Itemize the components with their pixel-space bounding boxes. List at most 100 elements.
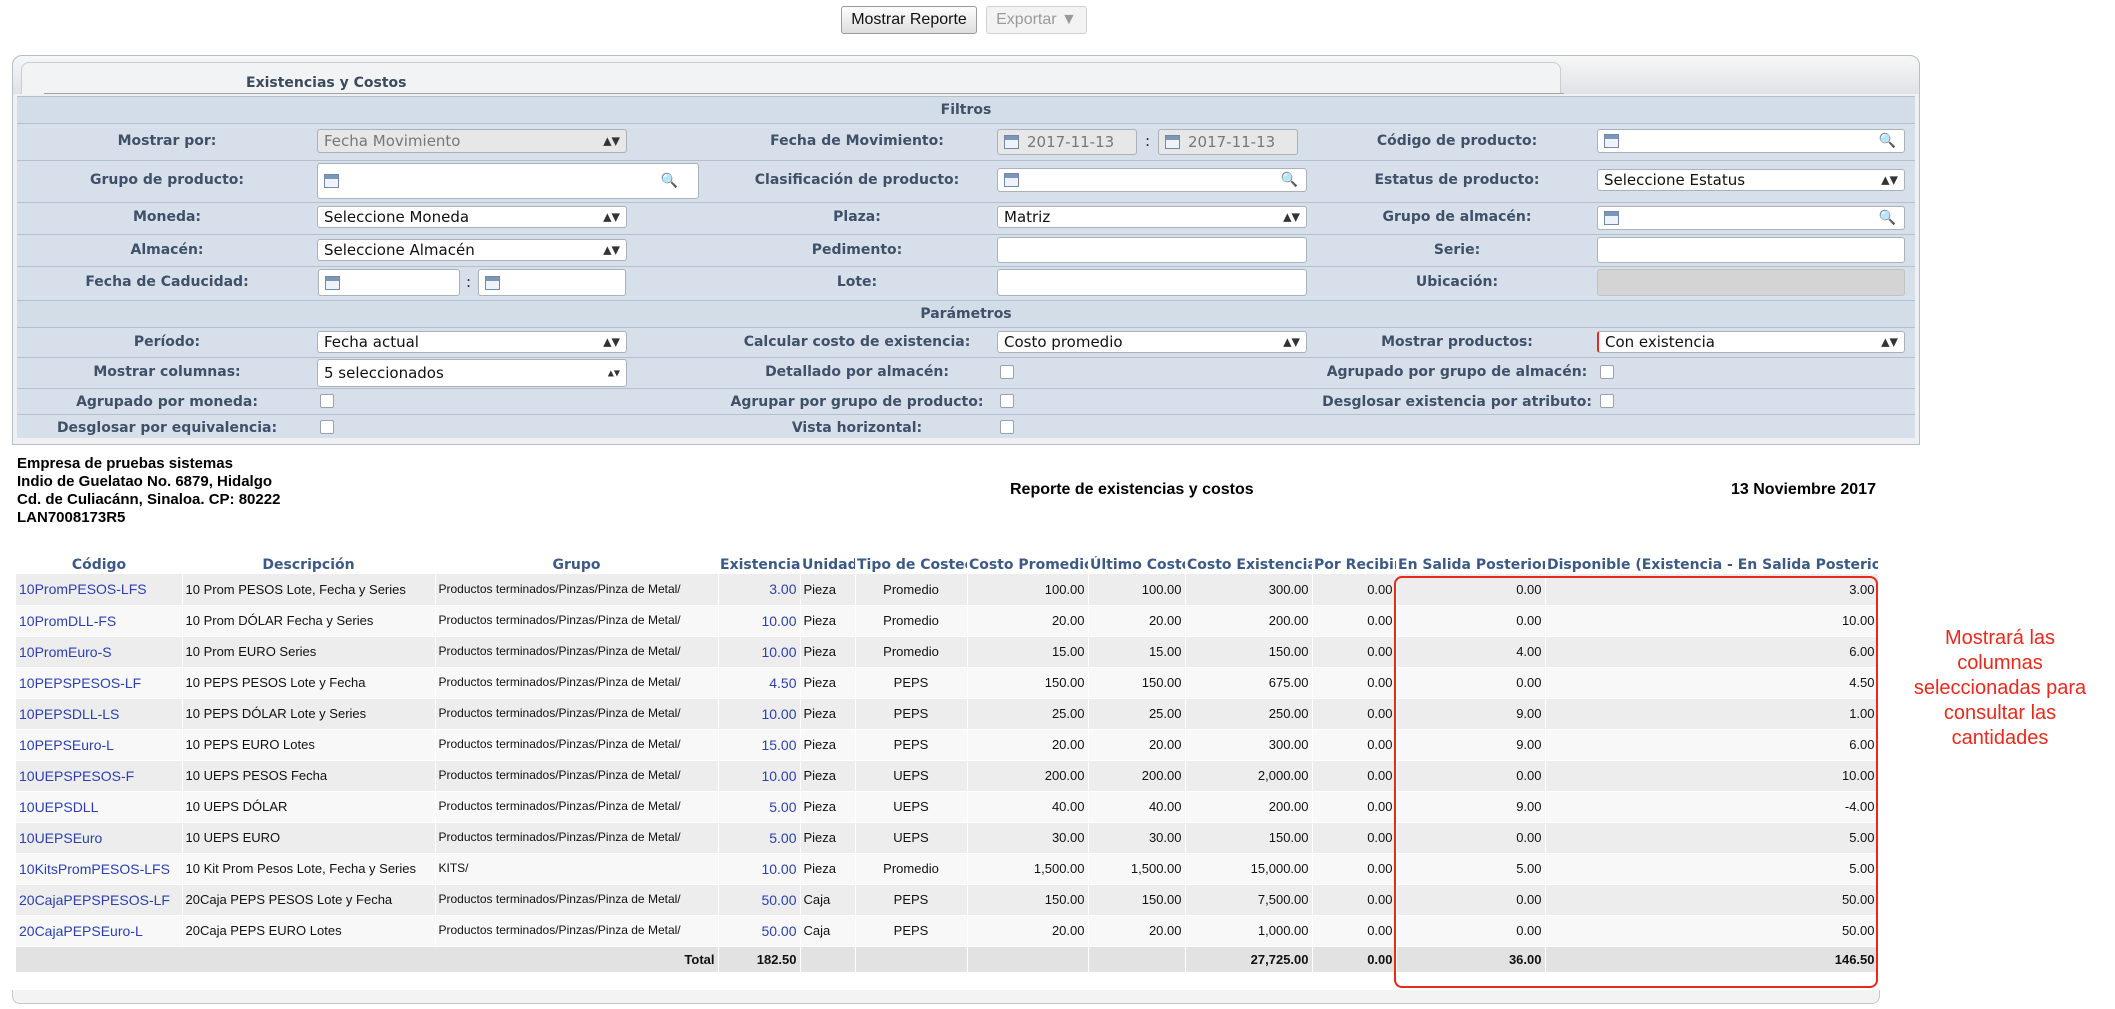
desglosar-atributo-checkbox[interactable] [1600, 394, 1614, 408]
cell-codigo[interactable]: 10PromPESOS-LFS [16, 574, 183, 606]
cell-ultimo-costo: 20.00 [1088, 605, 1186, 637]
cell-existencia[interactable]: 50.00 [718, 884, 801, 916]
cell-codigo[interactable]: 10UEPSDLL [16, 791, 183, 823]
list-icon[interactable] [324, 174, 339, 188]
table-row: 10PromDLL-FS 10 Prom DÓLAR Fecha y Series… [16, 605, 1879, 637]
serie-input[interactable] [1597, 237, 1905, 263]
list-icon[interactable] [1604, 134, 1619, 148]
plaza-select[interactable]: Matriz ▲▼ [997, 206, 1307, 228]
cell-grupo: Productos terminados/Pinzas/Pinza de Met… [435, 822, 719, 854]
col-costo-existencia[interactable]: Costo Existencia [1185, 556, 1312, 574]
cell-existencia[interactable]: 4.50 [718, 667, 801, 699]
moneda-select[interactable]: Seleccione Moneda ▲▼ [317, 206, 627, 228]
list-icon[interactable] [1604, 211, 1619, 225]
periodo-select[interactable]: Fecha actual ▲▼ [317, 331, 627, 353]
cell-descripcion: 10 PEPS PESOS Lote y Fecha [182, 667, 436, 699]
col-descripcion[interactable]: Descripción [182, 556, 435, 574]
search-icon[interactable]: 🔍 [661, 173, 678, 189]
cell-existencia[interactable]: 10.00 [718, 605, 801, 637]
agrupar-grupo-producto-checkbox[interactable] [1000, 394, 1014, 408]
calcular-select[interactable]: Costo promedio ▲▼ [997, 331, 1307, 353]
lote-input[interactable] [997, 269, 1307, 296]
list-icon[interactable] [1004, 173, 1019, 187]
fecha-mov-to-input[interactable]: 2017-11-13 [1158, 129, 1298, 155]
mostrar-productos-select[interactable]: Con existencia ▲▼ [1597, 331, 1905, 353]
calendar-icon[interactable] [1004, 135, 1019, 149]
cell-ultimo-costo: 40.00 [1088, 791, 1186, 823]
cell-existencia[interactable]: 50.00 [718, 915, 801, 947]
detallado-checkbox[interactable] [1000, 365, 1014, 379]
cell-disponible: 50.00 [1545, 884, 1879, 916]
cell-existencia[interactable]: 5.00 [718, 791, 801, 823]
cell-existencia[interactable]: 5.00 [718, 822, 801, 854]
search-icon[interactable]: 🔍 [1281, 172, 1298, 188]
col-grupo[interactable]: Grupo [435, 556, 718, 574]
mostrar-por-label: Mostrar por: [117, 133, 217, 149]
col-ultimo-costo[interactable]: Último Costo [1088, 556, 1185, 574]
export-button[interactable]: Exportar ▼ [986, 6, 1087, 34]
calendar-icon[interactable] [485, 275, 500, 290]
calendar-icon[interactable] [325, 275, 340, 290]
col-por-recibir[interactable]: Por Recibir [1312, 556, 1396, 574]
row-divider [17, 357, 1915, 358]
cell-descripcion: 20Caja PEPS PESOS Lote y Fecha [182, 884, 436, 916]
caducidad-label: Fecha de Caducidad: [85, 274, 249, 290]
cell-tipo-costeo: PEPS [855, 667, 968, 699]
caducidad-from-input[interactable] [318, 269, 460, 296]
cell-existencia[interactable]: 10.00 [718, 636, 801, 668]
cell-codigo[interactable]: 10PEPSEuro-L [16, 729, 183, 761]
cell-grupo: Productos terminados/Pinzas/Pinza de Met… [435, 729, 719, 761]
clasificacion-input[interactable]: 🔍 [997, 168, 1307, 192]
cell-existencia[interactable]: 3.00 [718, 574, 801, 606]
cell-por-recibir: 0.00 [1312, 915, 1397, 947]
bottom-scrollbar[interactable] [12, 990, 1880, 1004]
mostrar-columnas-select[interactable]: 5 seleccionados ▲▼ [317, 359, 627, 387]
cell-codigo[interactable]: 10UEPSPESOS-F [16, 760, 183, 792]
cell-grupo: Productos terminados/Pinzas/Pinza de Met… [435, 605, 719, 637]
cell-costo-promedio: 30.00 [967, 822, 1089, 854]
cell-codigo[interactable]: 10PromDLL-FS [16, 605, 183, 637]
codigo-input[interactable]: 🔍 [1597, 129, 1905, 153]
cell-grupo: KITS/ [435, 853, 719, 885]
cell-existencia[interactable]: 10.00 [718, 853, 801, 885]
cell-codigo[interactable]: 10UEPSEuro [16, 822, 183, 854]
pedimento-input[interactable] [997, 237, 1307, 263]
caducidad-to-input[interactable] [478, 269, 626, 296]
cell-codigo[interactable]: 10PEPSDLL-LS [16, 698, 183, 730]
cell-unidad: Pieza [800, 667, 856, 699]
fecha-mov-from-input[interactable]: 2017-11-13 [997, 129, 1137, 155]
desglosar-equivalencia-checkbox[interactable] [320, 420, 334, 434]
col-existencia[interactable]: Existencia [718, 556, 800, 574]
cell-codigo[interactable]: 10PromEuro-S [16, 636, 183, 668]
total-row: Total 182.50 27,725.00 0.00 36.00 146.50 [16, 946, 1879, 973]
calendar-icon[interactable] [1165, 135, 1180, 149]
col-costo-promedio[interactable]: Costo Promedio [967, 556, 1088, 574]
almacen-select[interactable]: Seleccione Almacén ▲▼ [317, 239, 627, 261]
show-report-button[interactable]: Mostrar Reporte [841, 6, 977, 34]
cell-codigo[interactable]: 20CajaPEPSPESOS-LF [16, 884, 183, 916]
cell-existencia[interactable]: 15.00 [718, 729, 801, 761]
tab-existencias[interactable]: Existencias y Costos [21, 62, 1564, 94]
search-icon[interactable]: 🔍 [1879, 210, 1896, 226]
estatus-select[interactable]: Seleccione Estatus ▲▼ [1597, 169, 1905, 191]
cell-existencia[interactable]: 10.00 [718, 760, 801, 792]
col-disponible[interactable]: Disponible (Existencia - En Salida Poste… [1545, 556, 1878, 574]
col-unidad[interactable]: Unidad [800, 556, 855, 574]
cell-codigo[interactable]: 10PEPSPESOS-LF [16, 667, 183, 699]
cell-descripcion: 10 PEPS EURO Lotes [182, 729, 436, 761]
ubicacion-input[interactable] [1597, 269, 1905, 296]
grupo-almacen-input[interactable]: 🔍 [1597, 206, 1905, 230]
col-codigo[interactable]: Código [16, 556, 182, 574]
agrupado-moneda-checkbox[interactable] [320, 394, 334, 408]
col-en-salida[interactable]: En Salida Posterior [1396, 556, 1545, 574]
agrupado-grupo-almacen-checkbox[interactable] [1600, 365, 1614, 379]
row-divider [17, 388, 1915, 389]
col-tipo-costeo[interactable]: Tipo de Costeo [855, 556, 967, 574]
cell-existencia[interactable]: 10.00 [718, 698, 801, 730]
grupo-input[interactable]: 🔍 [317, 163, 699, 199]
cell-codigo[interactable]: 10KitsPromPESOS-LFS [16, 853, 183, 885]
mostrar-por-select[interactable]: Fecha Movimiento ▲▼ [317, 129, 627, 153]
vista-horizontal-checkbox[interactable] [1000, 420, 1014, 434]
search-icon[interactable]: 🔍 [1879, 133, 1896, 149]
cell-codigo[interactable]: 20CajaPEPSEuro-L [16, 915, 183, 947]
